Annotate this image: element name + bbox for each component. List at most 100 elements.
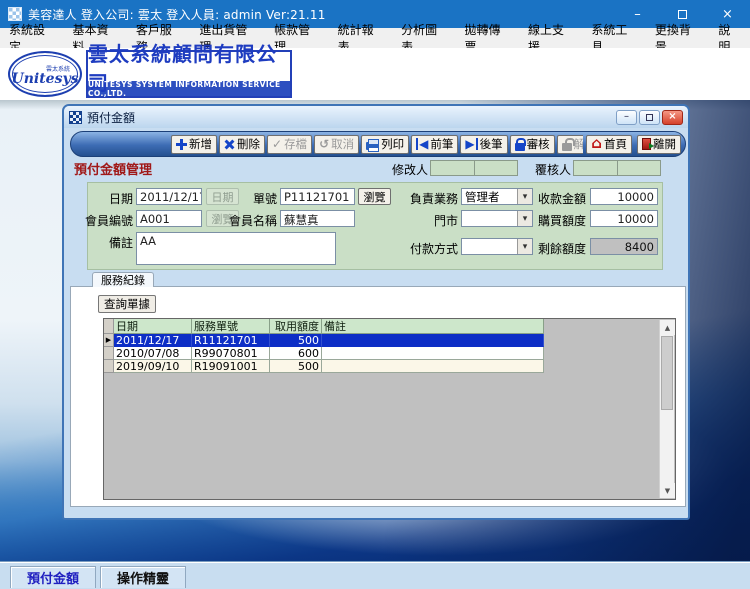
minimize-icon: – — [624, 111, 629, 122]
dropdown-arrow-icon[interactable]: ▾ — [517, 211, 532, 226]
modifier-field — [430, 160, 518, 176]
tab-service-records[interactable]: 服務紀錄 — [92, 272, 154, 287]
unitesys-logo: 雲太系統 Unitesys — [8, 51, 82, 97]
member-id-input[interactable]: A001 — [136, 210, 202, 227]
prepaid-amount-window: 預付金額 – × 新增 刪除 ✓存檔 ↺取消 列印 ◀前筆 ▶後筆 審核 解鎖 … — [62, 104, 690, 520]
close-icon: × — [668, 111, 677, 122]
prepaid-window-icon — [69, 110, 82, 124]
reviewer-label: 覆核人 — [535, 163, 572, 177]
member-name-input[interactable]: 蘇慧真 — [280, 210, 355, 227]
dropdown-arrow-icon[interactable]: ▾ — [517, 239, 532, 254]
purchase-quota-label: 購買額度 — [538, 214, 587, 228]
sales-rep-select[interactable]: 管理者 ▾ — [461, 188, 533, 205]
prepaid-restore-button[interactable] — [639, 109, 660, 125]
column-header-service-no: 服務單號 — [192, 319, 270, 334]
delete-button[interactable]: 刪除 — [219, 134, 265, 154]
grid-table: 日期 服務單號 取用額度 備註 ▶ 2011/12/17 R11121701 5… — [104, 319, 544, 373]
exit-door-icon — [642, 138, 654, 150]
taskbar-tab-prepaid-amount[interactable]: 預付金額 — [10, 566, 97, 588]
service-records-grid: 日期 服務單號 取用額度 備註 ▶ 2011/12/17 R11121701 5… — [103, 318, 676, 500]
brand-header: 雲太系統 Unitesys 雲太系統顧問有限公司 UNITESYS SYSTEM… — [0, 41, 750, 100]
order-no-label: 單號 — [252, 192, 277, 206]
toolbar: 新增 刪除 ✓存檔 ↺取消 列印 ◀前筆 ▶後筆 審核 解鎖 ⌂首頁 離開 — [70, 131, 686, 157]
check-icon: ✓ — [272, 137, 283, 151]
restore-icon — [646, 113, 653, 121]
plus-icon — [176, 138, 187, 150]
modifier-label: 修改人 — [392, 163, 429, 177]
screen: 美容達人 登入公司: 雲太 登入人員: admin Ver:21.11 – × … — [0, 0, 750, 589]
printer-icon — [366, 138, 380, 152]
column-header-note: 備註 — [322, 319, 544, 334]
unlock-icon — [561, 137, 575, 151]
payment-method-select[interactable]: ▾ — [461, 238, 533, 255]
print-button[interactable]: 列印 — [361, 134, 410, 154]
next-icon: ▶ — [465, 138, 478, 150]
prepaid-minimize-button[interactable]: – — [616, 109, 637, 125]
sales-rep-label: 負責業務 — [409, 192, 458, 206]
audit-button[interactable]: 審核 — [509, 134, 555, 154]
row-pointer-icon: ▶ — [104, 334, 114, 347]
store-select[interactable]: ▾ — [461, 210, 533, 227]
purchase-quota-input[interactable]: 10000 — [590, 210, 658, 227]
next-record-button[interactable]: ▶ 後筆 — [460, 134, 508, 154]
date-label: 日期 — [108, 192, 133, 206]
payment-method-label: 付款方式 — [409, 242, 458, 256]
member-name-label: 會員名稱 — [229, 214, 278, 228]
table-row[interactable]: ▶ 2011/12/17 R11121701 500 — [104, 334, 544, 347]
lock-icon — [514, 137, 526, 151]
remaining-quota-input: 8400 — [590, 238, 658, 255]
minimize-icon: – — [634, 6, 641, 22]
bottom-taskbar: 預付金額 操作精靈 — [0, 561, 750, 589]
note-label: 備註 — [108, 236, 133, 250]
table-row[interactable]: 2019/09/10 R19091001 500 — [104, 360, 544, 373]
vertical-scrollbar[interactable]: ▲ ▼ — [659, 320, 675, 498]
company-name-zh: 雲太系統顧問有限公司 — [88, 41, 277, 95]
previous-icon: ◀ — [416, 138, 428, 150]
prepaid-form-panel: 日期 2011/12/17 日期 單號 P11121701 瀏覽 負責業務 管理… — [85, 182, 663, 270]
scroll-up-icon[interactable]: ▲ — [660, 320, 675, 335]
save-button: ✓ 存檔 — [267, 134, 313, 154]
reviewer-field — [573, 160, 661, 176]
order-browse-button[interactable]: 瀏覽 — [358, 188, 391, 205]
query-receipts-button[interactable]: 查詢單據 — [98, 295, 156, 313]
toolbar-right-buttons: ⌂ 首頁 離開 — [583, 132, 681, 156]
received-amount-input[interactable]: 10000 — [590, 188, 658, 205]
prepaid-window-titlebar: 預付金額 – × — [64, 106, 688, 128]
section-header-row: 預付金額管理 修改人 覆核人 — [64, 159, 688, 178]
home-icon: ⌂ — [591, 133, 602, 152]
app-icon — [8, 7, 22, 21]
x-icon — [224, 139, 235, 150]
leave-button[interactable]: 離開 — [637, 134, 681, 154]
service-records-page: 查詢單據 日期 服務單號 取用額度 備註 ▶ 2011/12/17 R11121… — [70, 286, 686, 507]
order-no-input[interactable]: P11121701 — [280, 188, 355, 205]
undo-icon: ↺ — [319, 137, 330, 151]
member-id-label: 會員編號 — [85, 214, 134, 228]
dropdown-arrow-icon[interactable]: ▾ — [517, 189, 532, 204]
previous-record-button[interactable]: ◀ 前筆 — [411, 134, 459, 154]
new-button[interactable]: 新增 — [171, 134, 217, 154]
scroll-down-icon[interactable]: ▼ — [660, 483, 675, 498]
prepaid-window-controls: – × — [616, 109, 683, 125]
window-title: 美容達人 登入公司: 雲太 登入人員: admin Ver:21.11 — [28, 7, 326, 22]
table-row[interactable]: 2010/07/08 R99070801 600 — [104, 347, 544, 360]
home-button[interactable]: ⌂ 首頁 — [586, 133, 632, 154]
store-label: 門市 — [433, 214, 458, 228]
note-textarea[interactable]: AA — [136, 232, 336, 265]
remaining-quota-label: 剩餘額度 — [538, 242, 587, 256]
column-header-date: 日期 — [114, 319, 192, 334]
logo-text: Unitesys — [11, 70, 79, 87]
column-header-used-amount: 取用額度 — [270, 319, 322, 334]
company-banner: 雲太系統顧問有限公司 UNITESYS SYSTEM INFORMATION S… — [86, 41, 292, 98]
scrollbar-thumb[interactable] — [661, 336, 673, 410]
prepaid-close-button[interactable]: × — [662, 109, 683, 125]
row-selector-header — [104, 319, 114, 334]
page-title: 預付金額管理 — [74, 163, 153, 178]
taskbar-tab-operation-wizard[interactable]: 操作精靈 — [100, 566, 187, 588]
date-input[interactable]: 2011/12/17 — [136, 188, 202, 205]
close-icon: × — [722, 6, 733, 22]
company-name-en: UNITESYS SYSTEM INFORMATION SERVICE CO.,… — [88, 80, 290, 98]
toolbar-buttons: 新增 刪除 ✓存檔 ↺取消 列印 ◀前筆 ▶後筆 審核 解鎖 — [71, 132, 602, 156]
prepaid-window-title: 預付金額 — [87, 110, 136, 125]
grid-header-row: 日期 服務單號 取用額度 備註 — [104, 319, 544, 334]
received-amount-label: 收款金額 — [538, 192, 587, 206]
